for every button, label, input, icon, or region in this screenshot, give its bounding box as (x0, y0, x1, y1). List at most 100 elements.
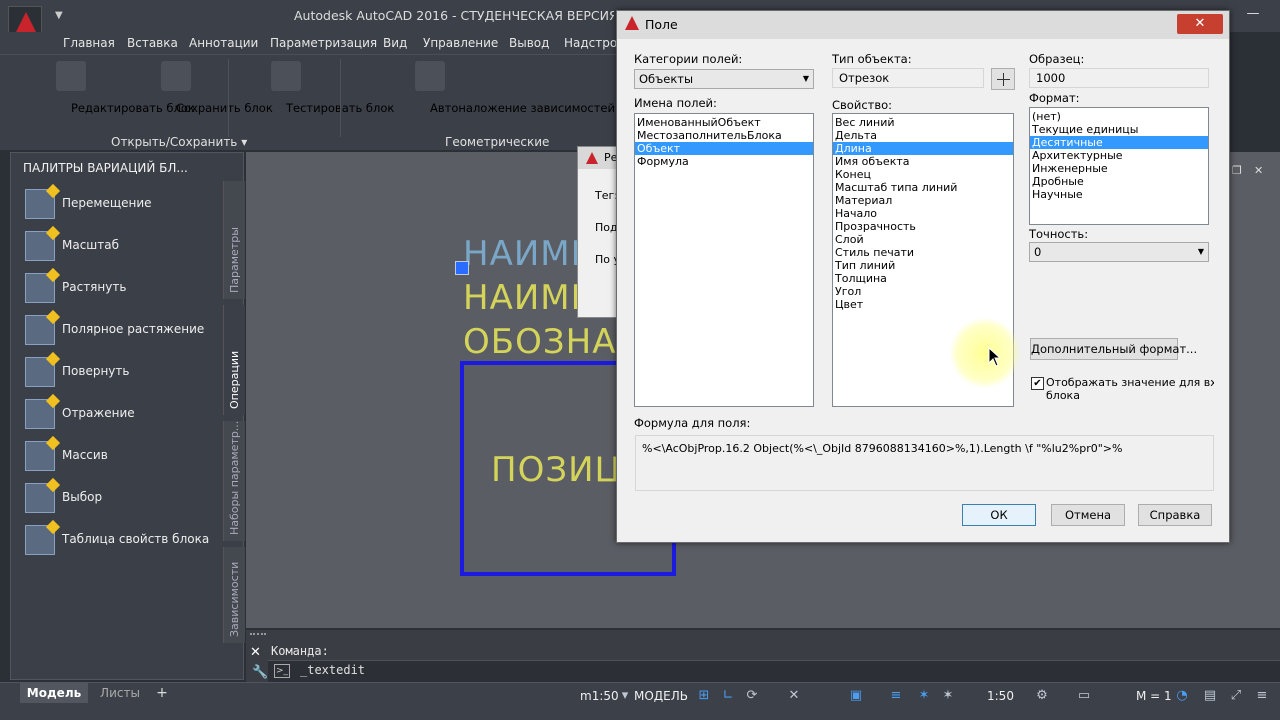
edit-block-button[interactable]: Редактировать блок (16, 61, 195, 115)
ribbon-tab-manage[interactable]: Управление (423, 36, 498, 50)
palette-item-rotate[interactable]: Повернуть (25, 355, 225, 389)
isolate-objects-icon[interactable]: ◔ (1174, 688, 1190, 704)
close-drawing-icon[interactable]: ✕ (1254, 164, 1268, 178)
grid-icon[interactable]: ⊞ (696, 688, 712, 704)
ribbon-tab-view[interactable]: Вид (383, 36, 407, 50)
grip-handle[interactable] (455, 261, 469, 275)
field-category-select[interactable]: Объекты ▼ (634, 69, 814, 89)
panel-title-open-save[interactable]: Открыть/Сохранить ▾ (111, 135, 247, 149)
palette-item-block-table[interactable]: Таблица свойств блока (25, 523, 225, 557)
hardware-acceleration-icon[interactable]: ▤ (1202, 688, 1218, 704)
field-name-item[interactable]: МестозаполнительБлока (635, 129, 813, 142)
ortho-icon[interactable]: ∟ (720, 688, 736, 704)
show-value-checkbox-label: Отображать значение для вход (1046, 376, 1214, 389)
field-names-list[interactable]: ИменованныйОбъект МестозаполнительБлока Об… (634, 113, 814, 407)
ribbon-tab-home[interactable]: Главная (63, 36, 115, 50)
test-block-button[interactable]: Тестировать блок (236, 61, 394, 115)
format-item[interactable]: Инженерные (1030, 162, 1208, 175)
property-item[interactable]: Толщина (833, 272, 1013, 285)
tab-parameters[interactable]: Параметры (223, 181, 245, 299)
format-item[interactable]: (нет) (1030, 110, 1208, 123)
annotation-scale[interactable]: 1:50 (987, 689, 1014, 703)
format-list[interactable]: (нет) Текущие единицы Десятичные Архитектур… (1029, 107, 1209, 225)
auto-constrain-button[interactable]: Автоналожение зависимостей (344, 61, 615, 115)
property-item[interactable]: Угол (833, 285, 1013, 298)
wrench-icon[interactable]: 🔧 (252, 665, 268, 680)
field-name-item[interactable]: ИменованныйОбъект (635, 116, 813, 129)
property-item[interactable]: Тип линий (833, 259, 1013, 272)
property-item[interactable]: Масштаб типа линий (833, 181, 1013, 194)
workspace-icon[interactable]: ▭ (1076, 688, 1092, 704)
property-item[interactable]: Прозрачность (833, 220, 1013, 233)
additional-format-button[interactable]: Дополнительный формат... (1030, 338, 1197, 360)
ribbon-tab-output[interactable]: Вывод (509, 36, 549, 50)
property-item[interactable]: Дельта (833, 129, 1013, 142)
minimize-icon[interactable]: — (1240, 4, 1266, 24)
property-item[interactable]: Слой (833, 233, 1013, 246)
tab-actions[interactable]: Операции (223, 305, 245, 415)
command-prompt-icon[interactable]: >_ (274, 664, 290, 678)
add-layout-icon[interactable]: + (152, 683, 172, 703)
property-item[interactable]: Конец (833, 168, 1013, 181)
model-space-toggle[interactable]: МОДЕЛЬ (634, 689, 688, 703)
tab-model[interactable]: Модель (20, 683, 88, 703)
osnap-icon[interactable]: ✕ (786, 688, 802, 704)
field-name-item[interactable]: Объект (635, 142, 813, 155)
auto-scale-icon[interactable]: ✶ (940, 688, 956, 704)
property-item[interactable]: Длина (833, 142, 1013, 155)
property-item[interactable]: Вес линий (833, 116, 1013, 129)
select-object-button[interactable] (991, 68, 1015, 90)
drawing-attribute-text[interactable]: НАИМЕ (463, 278, 593, 318)
show-value-checkbox[interactable]: ✔ (1031, 377, 1044, 390)
property-item[interactable]: Имя объекта (833, 155, 1013, 168)
close-button[interactable]: ✕ (1177, 14, 1223, 34)
customize-icon[interactable]: ≡ (1254, 688, 1270, 704)
ribbon-tab-parametric[interactable]: Параметризация (270, 36, 377, 50)
save-block-button[interactable]: Сохранить блок (130, 61, 273, 115)
palette-item-move[interactable]: Перемещение (25, 187, 225, 221)
palette-item-polar-stretch[interactable]: Полярное растяжение (25, 313, 225, 347)
command-input[interactable]: _textedit (300, 663, 365, 677)
close-icon[interactable]: ✕ (250, 645, 261, 660)
lineweight-icon[interactable]: ≡ (888, 688, 904, 704)
annotation-visibility-icon[interactable]: ✶ (916, 688, 932, 704)
format-item[interactable]: Дробные (1030, 175, 1208, 188)
palette-item-stretch[interactable]: Растянуть (25, 271, 225, 305)
format-item[interactable]: Научные (1030, 188, 1208, 201)
viewport-scale[interactable]: m1:50 (580, 689, 619, 703)
field-name-item[interactable]: Формула (635, 155, 813, 168)
format-item[interactable]: Десятичные (1030, 136, 1208, 149)
chevron-down-icon[interactable]: ▾ (617, 688, 633, 704)
polar-icon[interactable]: ⟳ (744, 688, 760, 704)
property-item[interactable]: Материал (833, 194, 1013, 207)
command-line-grip[interactable] (250, 633, 266, 639)
palette-item-lookup[interactable]: Выбор (25, 481, 225, 515)
tab-layouts[interactable]: Листы (92, 683, 148, 703)
property-item[interactable]: Цвет (833, 298, 1013, 311)
palette-item-scale[interactable]: Масштаб (25, 229, 225, 263)
format-item[interactable]: Текущие единицы (1030, 123, 1208, 136)
quick-access-menu-icon[interactable]: ▼ (55, 10, 67, 22)
tab-constraints[interactable]: Зависимости (223, 547, 245, 643)
command-input-box[interactable] (268, 660, 1280, 682)
clean-screen-icon[interactable]: ⤢ (1228, 688, 1244, 704)
ribbon-tab-insert[interactable]: Вставка (127, 36, 178, 50)
ok-button[interactable]: ОК (962, 504, 1036, 526)
tab-parameter-sets[interactable]: Наборы параметр... (223, 421, 245, 541)
object-snap-tracking-icon[interactable]: ▣ (848, 688, 864, 704)
drawing-attribute-text[interactable]: ОБОЗНАЧ (463, 322, 641, 362)
field-formula[interactable]: %<\AcObjProp.16.2 Object(%<\_ObjId 87960… (635, 435, 1214, 491)
ribbon-tab-addins[interactable]: Надстро (564, 36, 617, 50)
precision-select[interactable]: 0 ▼ (1029, 242, 1209, 262)
ribbon-tab-annotate[interactable]: Аннотации (189, 36, 258, 50)
format-item[interactable]: Архитектурные (1030, 149, 1208, 162)
help-button[interactable]: Справка (1138, 504, 1212, 526)
restore-icon[interactable]: ❐ (1232, 164, 1246, 178)
cancel-button[interactable]: Отмена (1051, 504, 1125, 526)
gear-icon[interactable]: ⚙ (1034, 688, 1050, 704)
property-item[interactable]: Стиль печати (833, 246, 1013, 259)
palette-item-mirror[interactable]: Отражение (25, 397, 225, 431)
property-item[interactable]: Начало (833, 207, 1013, 220)
drawing-attribute-text[interactable]: НАИМЕ (463, 234, 593, 274)
palette-item-array[interactable]: Массив (25, 439, 225, 473)
